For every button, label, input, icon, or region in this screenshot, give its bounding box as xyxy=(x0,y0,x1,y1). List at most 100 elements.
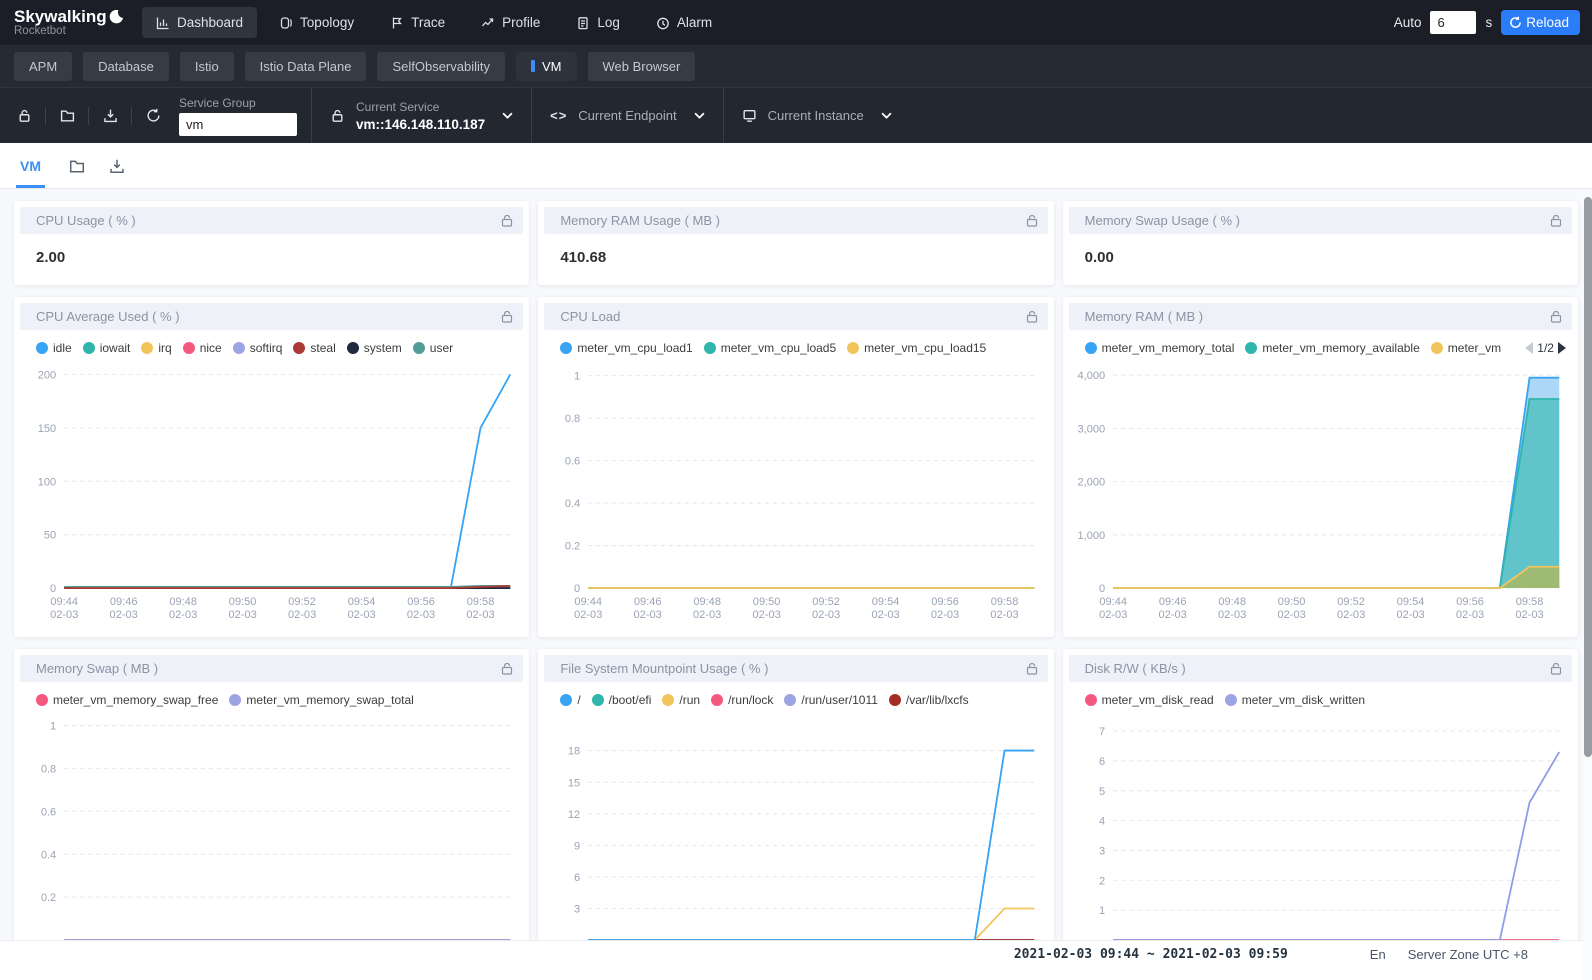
legend-item[interactable]: system xyxy=(347,341,402,355)
toolbar-divider xyxy=(131,107,132,125)
toolbar-divider xyxy=(88,107,89,125)
nav-item-profile[interactable]: Profile xyxy=(467,7,554,38)
legend-item[interactable]: nice xyxy=(183,341,222,355)
nav-item-trace[interactable]: Trace xyxy=(376,7,459,38)
legend-dot xyxy=(662,694,674,706)
template-tab-vm[interactable]: VM xyxy=(516,52,577,81)
tab-label: Istio xyxy=(195,59,219,74)
lock-icon xyxy=(17,108,32,123)
legend-item[interactable]: meter_vm_cpu_load15 xyxy=(847,341,986,355)
download-icon[interactable] xyxy=(109,158,125,174)
scrollbar-thumb[interactable] xyxy=(1584,197,1592,757)
legend-dot xyxy=(560,342,572,354)
export-template-button[interactable] xyxy=(94,108,126,123)
active-tab-marker xyxy=(531,60,535,72)
legend-item[interactable]: meter_vm_disk_read xyxy=(1085,693,1214,707)
legend-item[interactable]: /run xyxy=(662,693,700,707)
legend-item[interactable]: meter_vm_memory_total xyxy=(1085,341,1235,355)
card-lock-button[interactable] xyxy=(501,662,513,675)
card-lock-button[interactable] xyxy=(1026,310,1038,323)
card-lock-button[interactable] xyxy=(1550,662,1562,675)
legend-prev-icon[interactable] xyxy=(1525,342,1533,354)
legend-item[interactable]: /run/lock xyxy=(711,693,773,707)
svg-text:02-03: 02-03 xyxy=(1158,609,1186,621)
chart-legend: meter_vm_cpu_load1 meter_vm_cpu_load5 mete… xyxy=(538,330,1053,355)
legend-item[interactable]: meter_vm xyxy=(1431,341,1501,355)
current-service-selector[interactable]: Current Service vm::146.148.110.187 xyxy=(311,88,531,143)
folder-icon[interactable] xyxy=(69,158,85,174)
legend-item[interactable]: meter_vm_cpu_load5 xyxy=(704,341,836,355)
legend-item[interactable]: /boot/efi xyxy=(592,693,652,707)
svg-text:02-03: 02-03 xyxy=(1515,609,1543,621)
current-instance-selector[interactable]: Current Instance xyxy=(723,88,910,143)
svg-text:02-03: 02-03 xyxy=(991,609,1019,621)
current-instance-label: Current Instance xyxy=(768,108,864,123)
time-range-picker[interactable]: 2021-02-03 09:44 ~ 2021-02-03 09:59 xyxy=(1014,947,1288,962)
template-tab-apm[interactable]: APM xyxy=(14,52,72,81)
language-toggle[interactable]: En xyxy=(1370,947,1386,962)
download-icon xyxy=(103,108,118,123)
svg-text:1: 1 xyxy=(50,720,56,732)
nav-item-alarm[interactable]: Alarm xyxy=(642,7,726,38)
legend-item[interactable]: idle xyxy=(36,341,72,355)
server-zone-label: Server Zone UTC +8 xyxy=(1408,947,1528,962)
svg-text:02-03: 02-03 xyxy=(347,609,375,621)
template-tab-istio-data-plane[interactable]: Istio Data Plane xyxy=(245,52,367,81)
legend-label: / xyxy=(577,693,580,707)
card-lock-button[interactable] xyxy=(1026,662,1038,675)
svg-text:02-03: 02-03 xyxy=(1396,609,1424,621)
legend-dot xyxy=(1225,694,1237,706)
current-endpoint-selector[interactable]: <> Current Endpoint xyxy=(531,88,722,143)
legend-item[interactable]: irq xyxy=(141,341,171,355)
svg-text:12: 12 xyxy=(568,809,580,821)
scrollbar-track[interactable] xyxy=(1583,196,1592,980)
legend-item[interactable]: meter_vm_cpu_load1 xyxy=(560,341,692,355)
seconds-label: s xyxy=(1485,15,1492,30)
card-title: Memory Swap ( MB ) xyxy=(36,661,501,676)
card-lock-button[interactable] xyxy=(1550,310,1562,323)
legend-item[interactable]: / xyxy=(560,693,580,707)
legend-item[interactable]: iowait xyxy=(83,341,131,355)
legend-item[interactable]: /run/user/1011 xyxy=(784,693,878,707)
card-lock-button[interactable] xyxy=(501,214,513,227)
legend-item[interactable]: meter_vm_memory_swap_total xyxy=(229,693,413,707)
import-template-button[interactable] xyxy=(51,108,83,123)
svg-text:02-03: 02-03 xyxy=(110,609,138,621)
legend-item[interactable]: user xyxy=(413,341,453,355)
service-group-input[interactable] xyxy=(179,113,297,136)
svg-text:3,000: 3,000 xyxy=(1077,423,1105,435)
legend-item[interactable]: softirq xyxy=(233,341,283,355)
legend-item[interactable]: /var/lib/lxcfs xyxy=(889,693,969,707)
svg-text:09:52: 09:52 xyxy=(813,596,841,608)
nav-item-topology[interactable]: Topology xyxy=(265,7,368,38)
dashboard-grid: CPU Usage ( % ) 2.00 Memory RAM Usage ( … xyxy=(0,189,1592,980)
template-tab-web-browser[interactable]: Web Browser xyxy=(588,52,696,81)
svg-text:4: 4 xyxy=(1099,816,1105,828)
brand-logo[interactable]: Skywalking Rocketbot xyxy=(14,8,142,38)
svg-text:0: 0 xyxy=(50,583,56,595)
template-tab-selfobservability[interactable]: SelfObservability xyxy=(377,52,505,81)
log-icon xyxy=(576,16,590,30)
legend-item[interactable]: steal xyxy=(293,341,335,355)
card-lock-button[interactable] xyxy=(1026,214,1038,227)
nav-item-log[interactable]: Log xyxy=(562,7,634,38)
legend-item[interactable]: meter_vm_disk_written xyxy=(1225,693,1365,707)
refresh-button[interactable] xyxy=(137,108,169,123)
card-lock-button[interactable] xyxy=(501,310,513,323)
subtab-vm[interactable]: VM xyxy=(16,143,45,188)
template-tab-istio[interactable]: Istio xyxy=(180,52,234,81)
reload-button[interactable]: Reload xyxy=(1501,10,1580,35)
svg-text:02-03: 02-03 xyxy=(1099,609,1127,621)
dashboard-toolbar: Service Group Current Service vm::146.14… xyxy=(0,87,1592,143)
auto-interval-input[interactable] xyxy=(1430,11,1476,34)
svg-text:0.4: 0.4 xyxy=(41,849,56,861)
legend-next-icon[interactable] xyxy=(1558,342,1566,354)
card-lock-button[interactable] xyxy=(1550,214,1562,227)
template-tab-database[interactable]: Database xyxy=(83,52,169,81)
legend-item[interactable]: meter_vm_memory_available xyxy=(1245,341,1419,355)
legend-item[interactable]: meter_vm_memory_swap_free xyxy=(36,693,218,707)
lock-button[interactable] xyxy=(8,108,40,123)
nav-item-dashboard[interactable]: Dashboard xyxy=(142,7,257,38)
svg-text:02-03: 02-03 xyxy=(50,609,78,621)
card-title: Memory Swap Usage ( % ) xyxy=(1085,213,1550,228)
